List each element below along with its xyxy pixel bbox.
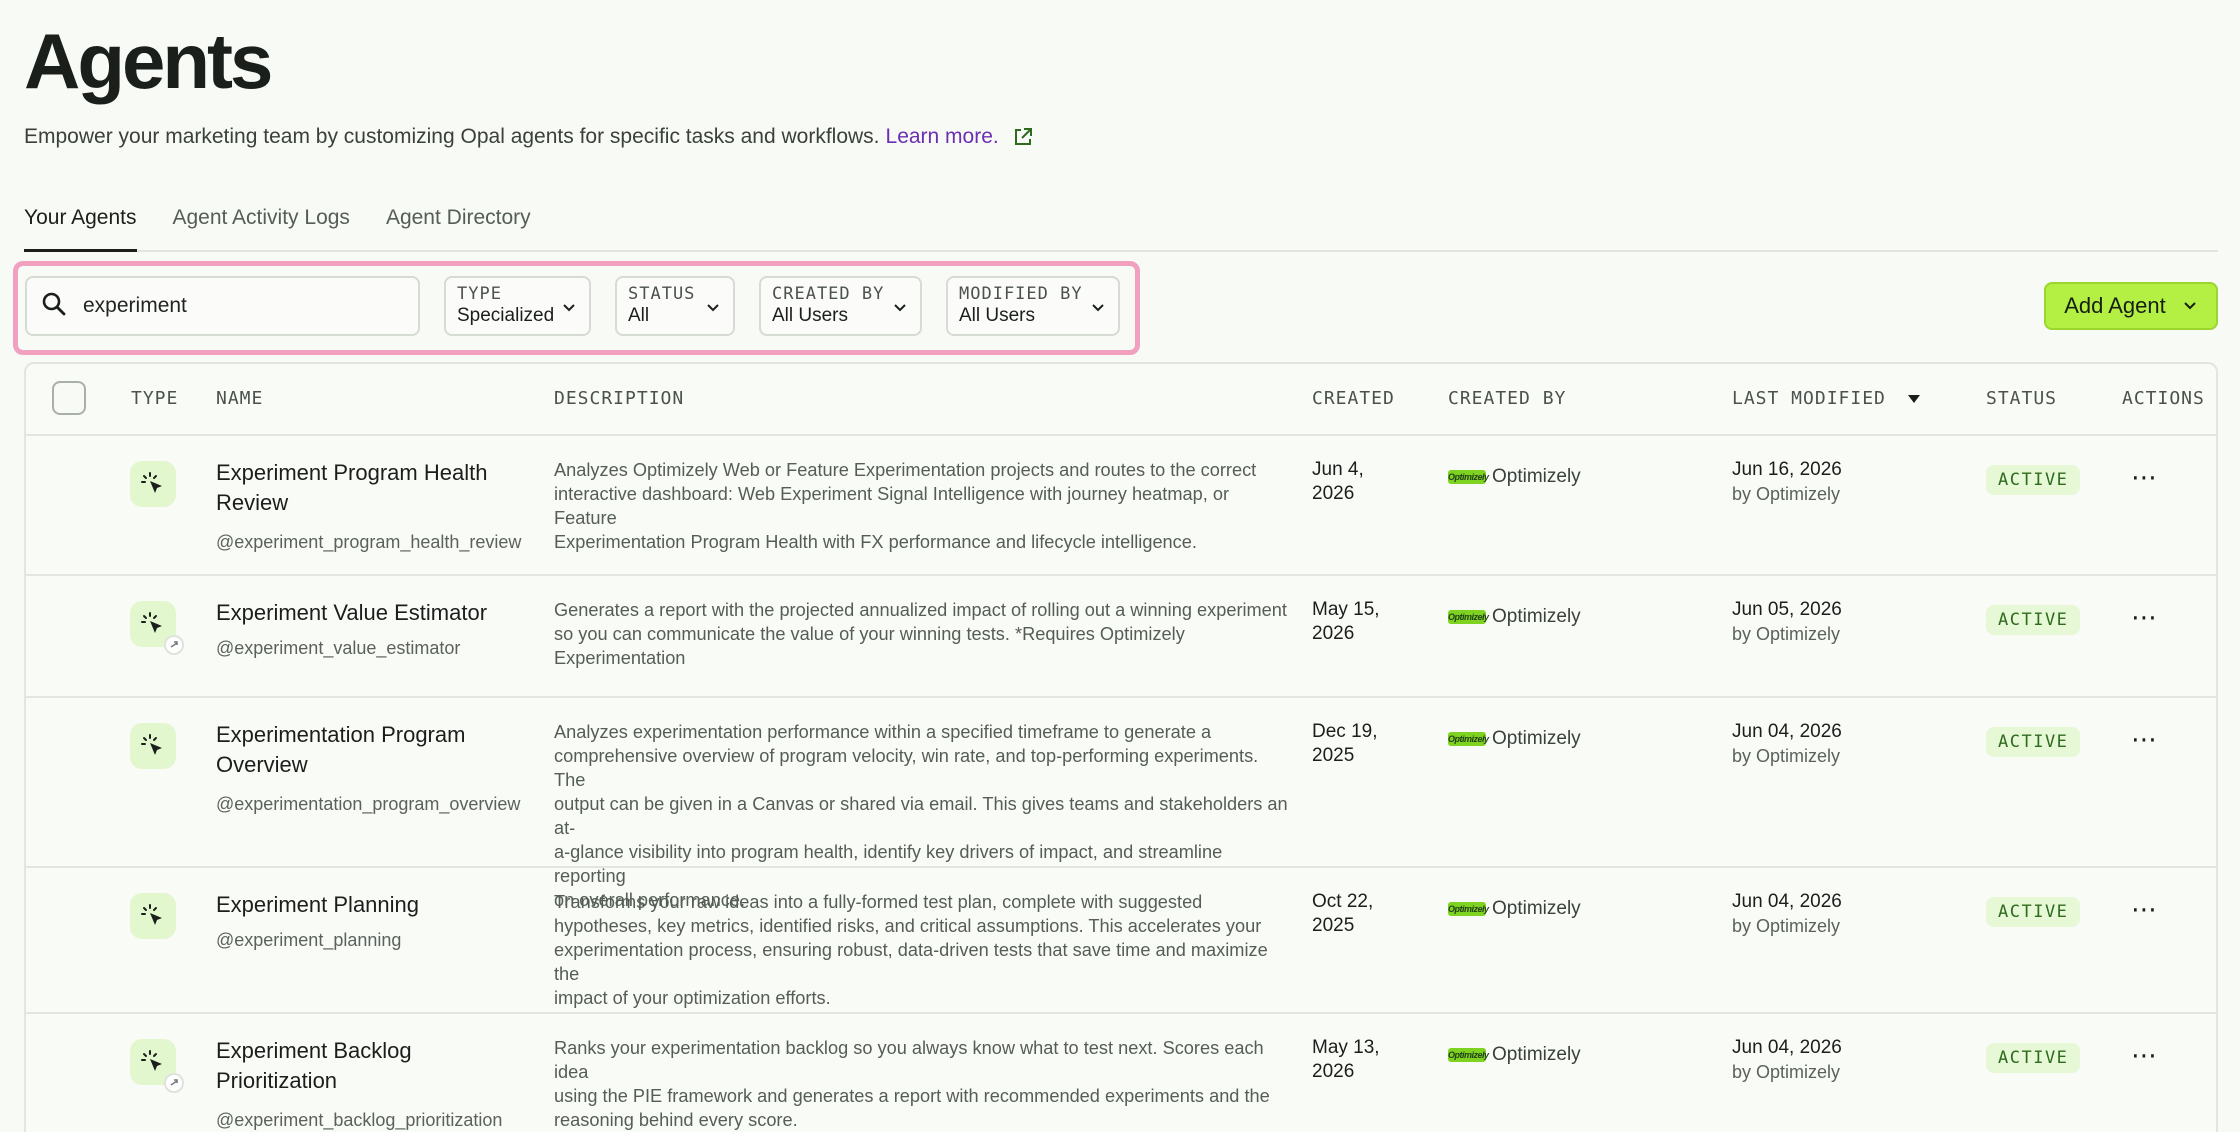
last-modified: Jun 04, 2026 by Optimizely	[1732, 721, 1842, 766]
table-row[interactable]: Experiment Planning @experiment_planning…	[26, 868, 2216, 1014]
table-header: TYPE NAME DESCRIPTION CREATED CREATED BY…	[26, 364, 2216, 436]
agents-table: TYPE NAME DESCRIPTION CREATED CREATED BY…	[24, 362, 2218, 1132]
agent-handle: @experiment_backlog_prioritization	[216, 1110, 503, 1130]
last-modified: Jun 04, 2026 by Optimizely	[1732, 891, 1842, 936]
more-actions-icon[interactable]: ⋯	[2131, 724, 2158, 755]
created-by-filter-value: All Users	[772, 305, 849, 326]
chevron-down-icon	[892, 299, 908, 320]
col-created-by[interactable]: CREATED BY	[1448, 388, 1566, 409]
status-filter[interactable]: STATUS All	[615, 276, 735, 336]
modified-by-filter-label: MODIFIED BY	[959, 284, 1083, 304]
tab-bar: Your Agents Agent Activity Logs Agent Di…	[24, 200, 2218, 252]
created-date: Dec 19, 2025	[1312, 721, 1378, 766]
table-row[interactable]: Experimentation Program Overview @experim…	[26, 698, 2216, 910]
created-date: Jun 4, 2026	[1312, 459, 1364, 504]
modified-by-filter-value: All Users	[959, 305, 1036, 326]
agent-name[interactable]: Experimentation Program Overview	[216, 720, 465, 780]
table-row[interactable]: Experiment Value Estimator @experiment_v…	[26, 576, 2216, 698]
agent-handle: @experimentation_program_overview	[216, 794, 521, 814]
agent-description: Generates a report with the projected an…	[554, 600, 1287, 668]
type-filter[interactable]: TYPE Specialized	[444, 276, 591, 336]
agent-type-icon	[130, 461, 176, 507]
col-created[interactable]: CREATED	[1312, 388, 1395, 409]
agent-name[interactable]: Experiment Program Health Review	[216, 458, 487, 518]
tab-agent-activity-logs[interactable]: Agent Activity Logs	[173, 200, 350, 252]
optimizely-logo: Optimizely	[1448, 1048, 1489, 1062]
optimizely-logo: Optimizely	[1448, 610, 1489, 624]
search-box[interactable]	[25, 276, 420, 336]
agent-handle: @experiment_program_health_review	[216, 532, 522, 552]
created-by: Optimizely Optimizely	[1448, 466, 1581, 487]
status-badge: ACTIVE	[1986, 727, 2081, 757]
table-row[interactable]: Experiment Backlog Prioritization @experi…	[26, 1014, 2216, 1132]
created-by: Optimizely Optimizely	[1448, 606, 1581, 627]
created-by: Optimizely Optimizely	[1448, 1044, 1581, 1065]
add-agent-button[interactable]: Add Agent	[2044, 282, 2218, 330]
optimizely-logo: Optimizely	[1448, 902, 1489, 916]
type-filter-value: Specialized	[457, 305, 555, 326]
optimizely-logo: Optimizely	[1448, 470, 1489, 484]
agent-description: Analyzes Optimizely Web or Feature Exper…	[554, 460, 1257, 552]
status-badge: ACTIVE	[1986, 1043, 2081, 1073]
linked-icon	[164, 635, 184, 655]
learn-more-link[interactable]: Learn more.	[886, 125, 999, 149]
agent-handle: @experiment_value_estimator	[216, 638, 461, 658]
agent-description: Ranks your experimentation backlog so yo…	[554, 1038, 1270, 1130]
page-title: Agents	[24, 17, 273, 105]
agent-handle: @experiment_planning	[216, 930, 402, 950]
more-actions-icon[interactable]: ⋯	[2131, 602, 2158, 633]
col-status[interactable]: STATUS	[1986, 388, 2057, 409]
type-filter-label: TYPE	[457, 284, 502, 304]
sort-desc-icon	[1907, 388, 1920, 409]
col-last-modified[interactable]: LAST MODIFIED	[1732, 388, 1920, 409]
agent-type-icon	[130, 1039, 184, 1093]
more-actions-icon[interactable]: ⋯	[2131, 1040, 2158, 1071]
optimizely-logo: Optimizely	[1448, 732, 1489, 746]
col-last-modified-label: LAST MODIFIED	[1732, 388, 1886, 409]
subtitle-text: Empower your marketing team by customizi…	[24, 125, 880, 148]
created-by: Optimizely Optimizely	[1448, 898, 1581, 919]
created-by: Optimizely Optimizely	[1448, 728, 1581, 749]
status-badge: ACTIVE	[1986, 465, 2081, 495]
col-description: DESCRIPTION	[554, 388, 685, 409]
created-date: May 15, 2026	[1312, 599, 1380, 644]
chevron-down-icon	[561, 299, 577, 320]
agent-type-icon	[130, 601, 184, 655]
col-type[interactable]: TYPE	[131, 388, 178, 409]
external-link-icon[interactable]	[1013, 127, 1033, 147]
linked-icon	[164, 1073, 184, 1093]
status-badge: ACTIVE	[1986, 605, 2081, 635]
created-date: May 13, 2026	[1312, 1037, 1380, 1082]
table-row[interactable]: Experiment Program Health Review @experim…	[26, 436, 2216, 576]
last-modified: Jun 16, 2026 by Optimizely	[1732, 459, 1842, 504]
chevron-down-icon	[2182, 293, 2198, 319]
add-agent-label: Add Agent	[2064, 293, 2166, 318]
search-input[interactable]	[83, 294, 383, 318]
chevron-down-icon	[705, 299, 721, 320]
tab-agent-directory[interactable]: Agent Directory	[386, 200, 531, 252]
more-actions-icon[interactable]: ⋯	[2131, 894, 2158, 925]
tab-your-agents[interactable]: Your Agents	[24, 200, 137, 252]
search-icon	[41, 291, 67, 322]
page-subtitle: Empower your marketing team by customizi…	[24, 125, 1033, 149]
col-name[interactable]: NAME	[216, 388, 263, 409]
col-actions: ACTIONS	[2122, 388, 2205, 409]
agent-name[interactable]: Experiment Planning	[216, 890, 419, 920]
select-all-checkbox[interactable]	[52, 381, 86, 415]
agent-description: Transforms your raw ideas into a fully-f…	[554, 892, 1268, 1008]
agent-name[interactable]: Experiment Backlog Prioritization	[216, 1036, 412, 1096]
more-actions-icon[interactable]: ⋯	[2131, 462, 2158, 493]
created-by-filter-label: CREATED BY	[772, 284, 885, 304]
last-modified: Jun 05, 2026 by Optimizely	[1732, 599, 1842, 644]
chevron-down-icon	[1090, 299, 1106, 320]
last-modified: Jun 04, 2026 by Optimizely	[1732, 1037, 1842, 1082]
status-badge: ACTIVE	[1986, 897, 2081, 927]
agent-type-icon	[130, 893, 176, 939]
modified-by-filter[interactable]: MODIFIED BY All Users	[946, 276, 1120, 336]
agent-name[interactable]: Experiment Value Estimator	[216, 598, 487, 628]
created-date: Oct 22, 2025	[1312, 891, 1374, 936]
agent-type-icon	[130, 723, 176, 769]
created-by-filter[interactable]: CREATED BY All Users	[759, 276, 922, 336]
